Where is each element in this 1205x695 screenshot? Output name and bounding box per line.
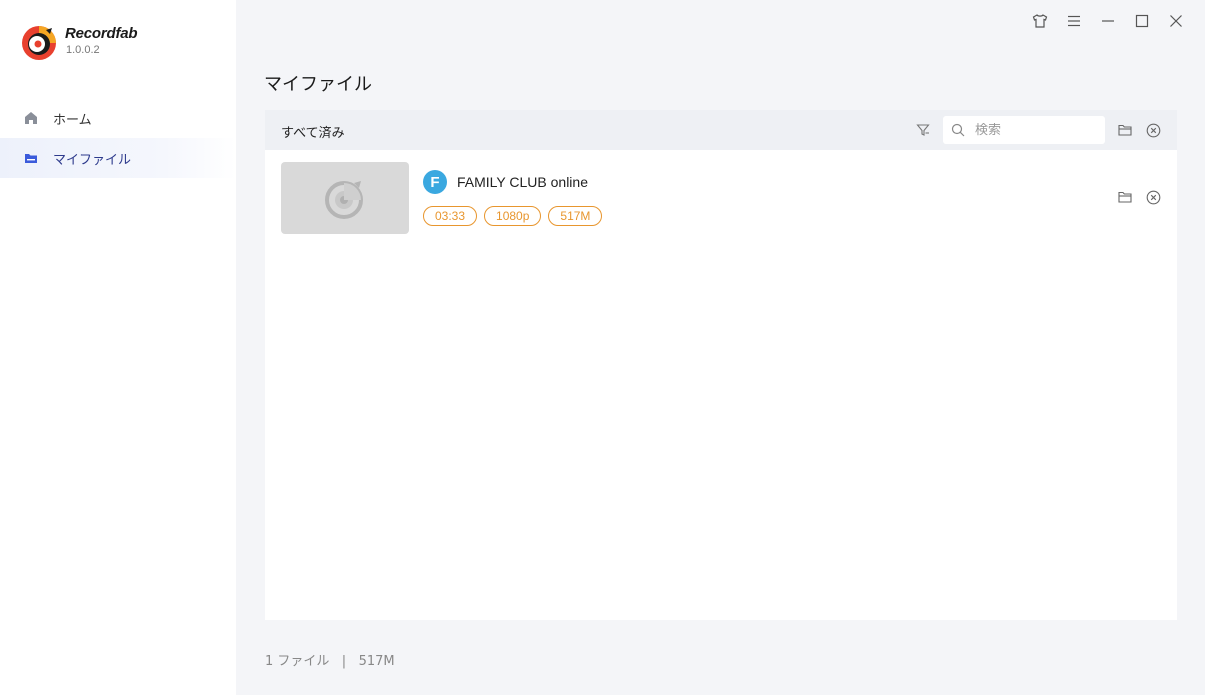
file-list-panel: すべて済み 検索 F FAMILY CLUB online 03:33 1080… [265,110,1177,620]
folder-icon [24,151,38,165]
file-list-toolbar: すべて済み [265,110,1177,150]
app-name: Recordfab [65,25,138,42]
shirt-icon[interactable] [1023,10,1057,32]
menu-icon[interactable] [1057,10,1091,32]
open-folder-icon[interactable] [1117,122,1133,138]
window-controls [1023,10,1193,32]
search-input[interactable] [975,122,1095,138]
maximize-icon[interactable] [1125,10,1159,32]
size-badge: 517M [548,206,603,226]
sidebar: Recordfab 1.0.0.2 ホーム マイファイル [0,0,236,695]
duration-badge: 03:33 [423,206,478,226]
footer-status: 1 ファイル | 517M [265,654,395,669]
app-logo-icon [20,24,58,62]
file-tags: 03:33 1080p 517M [423,206,603,226]
app-version: 1.0.0.2 [66,44,100,56]
sidebar-item-label: ホーム [53,112,92,128]
file-title: FAMILY CLUB online [457,174,588,190]
resolution-badge: 1080p [484,206,542,226]
main-area: マイファイル すべて済み 検索 F FAMILY CLUB online 03:… [236,0,1205,695]
page-title: マイファイル [264,74,372,95]
search-icon [951,123,965,137]
home-icon [24,111,38,125]
sidebar-item-my-files[interactable]: マイファイル [0,138,236,178]
sidebar-item-label: マイファイル [53,152,132,168]
minimize-icon[interactable] [1091,10,1125,32]
source-site-icon: F [423,170,447,194]
filter-icon[interactable] [915,122,931,138]
search-box[interactable] [943,116,1105,144]
placeholder-logo-icon [325,181,363,219]
filter-label: すべて済み [281,126,345,141]
video-thumbnail[interactable] [281,162,409,234]
close-icon[interactable] [1159,10,1193,32]
sidebar-item-home[interactable]: ホーム [0,98,236,138]
delete-all-icon[interactable] [1145,122,1161,138]
open-folder-icon[interactable] [1117,189,1133,205]
list-item[interactable]: F FAMILY CLUB online 03:33 1080p 517M [265,150,1177,246]
delete-icon[interactable] [1145,189,1161,205]
